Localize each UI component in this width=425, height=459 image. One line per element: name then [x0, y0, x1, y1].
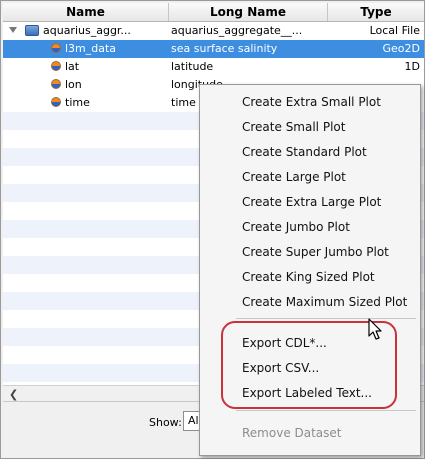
row-long-name: aquarius_aggregate__... [171, 24, 303, 37]
show-label: Show: [149, 416, 182, 429]
chevron-down-icon[interactable] [9, 27, 17, 33]
menu-item-create-extra-small-plot[interactable]: Create Extra Small Plot [200, 90, 420, 114]
row-type: 1D [404, 60, 420, 73]
menu-item-create-extra-large-plot[interactable]: Create Extra Large Plot [200, 190, 420, 214]
column-header-name[interactable]: Name [3, 3, 169, 21]
menu-item-create-super-jumbo-plot[interactable]: Create Super Jumbo Plot [200, 240, 420, 264]
row-name: aquarius_aggr... [43, 24, 131, 37]
menu-item-create-jumbo-plot[interactable]: Create Jumbo Plot [200, 215, 420, 239]
menu-item-create-large-plot[interactable]: Create Large Plot [200, 165, 420, 189]
row-long-name: latitude [171, 60, 214, 73]
variable-icon [51, 43, 61, 53]
row-type: Geo2D [382, 42, 421, 55]
variable-icon [51, 97, 61, 107]
row-long-name: sea surface salinity [171, 42, 278, 55]
scroll-left-icon[interactable]: ❮ [9, 388, 18, 401]
menu-item-remove-dataset: Remove Dataset [242, 426, 342, 440]
menu-item-create-king-sized-plot[interactable]: Create King Sized Plot [200, 265, 420, 289]
folder-icon [25, 25, 39, 36]
row-name: l3m_data [65, 42, 117, 55]
row-type: Local File [369, 24, 420, 37]
row-name: lon [65, 78, 82, 91]
menu-item-create-small-plot[interactable]: Create Small Plot [200, 115, 420, 139]
column-header-type[interactable]: Type [328, 3, 424, 21]
table-row-selected[interactable]: l3m_data sea surface salinity Geo2D [3, 40, 424, 58]
row-name: lat [65, 60, 80, 73]
table-row[interactable]: aquarius_aggr... aquarius_aggregate__...… [3, 22, 424, 40]
row-name: time [65, 96, 90, 109]
variable-icon [51, 61, 61, 71]
cursor-icon [368, 318, 382, 340]
variable-icon [51, 79, 61, 89]
menu-separator [236, 318, 416, 319]
column-header-long-name[interactable]: Long Name [169, 3, 328, 21]
table-header: Name Long Name Type [3, 3, 424, 22]
menu-item-create-standard-plot[interactable]: Create Standard Plot [200, 140, 420, 164]
table-row[interactable]: lat latitude 1D [3, 58, 424, 76]
menu-item-create-maximum-sized-plot[interactable]: Create Maximum Sized Plot [200, 290, 420, 314]
menu-separator [236, 410, 416, 411]
